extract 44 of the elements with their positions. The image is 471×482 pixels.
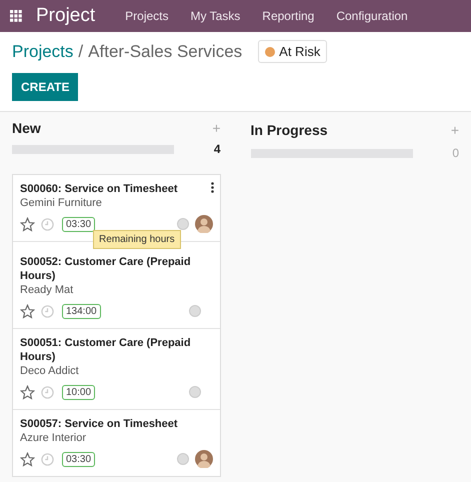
clock-icon[interactable]	[41, 386, 54, 398]
star-icon[interactable]	[20, 216, 35, 232]
kebab-menu-icon[interactable]	[210, 182, 214, 193]
status-circle[interactable]	[188, 386, 200, 398]
column-title: New	[12, 120, 41, 136]
card-title: S00052: Customer Care (Prepaid Hours)	[20, 255, 192, 283]
create-button[interactable]: CREATE	[12, 73, 78, 101]
card-title: S00060: Service on Timesheet	[20, 182, 179, 196]
customer-name: Ready Mat	[20, 283, 74, 297]
status-circle[interactable]	[188, 305, 200, 317]
menu-item[interactable]: Projects	[125, 9, 168, 23]
tooltip: Remaining hours	[93, 230, 181, 249]
app-title: Project	[36, 5, 96, 27]
task-card[interactable]: S00060: Service on Timesheet Gemini Furniture 03:30 Remaining hours	[13, 175, 220, 242]
star-icon[interactable]	[20, 452, 35, 466]
star-icon[interactable]	[20, 304, 35, 318]
clock-icon[interactable]	[41, 218, 54, 230]
column-count: 0	[452, 146, 459, 160]
menu-item[interactable]: Configuration	[336, 9, 408, 23]
card-title: S00051: Customer Care (Prepaid Hours)	[20, 336, 192, 364]
status-button[interactable]: At Risk	[258, 40, 328, 63]
clock-icon[interactable]	[41, 452, 54, 466]
customer-name: Azure Interior	[20, 431, 88, 445]
status-circle[interactable]	[176, 218, 188, 230]
hours-tag: 03:30	[62, 452, 96, 466]
breadcrumb-link[interactable]: Projects	[12, 42, 74, 62]
hours-tag: 10:00	[62, 384, 96, 400]
hours-tag: 134:00	[62, 304, 101, 318]
star-icon[interactable]	[20, 384, 35, 400]
menu-item[interactable]: My Tasks	[190, 9, 240, 23]
column-count: 4	[214, 142, 220, 156]
task-card[interactable]: S00057: Service on Timesheet Azure Interior 03:30	[13, 410, 220, 476]
menu-item[interactable]: Reporting	[262, 9, 314, 23]
clock-icon[interactable]	[41, 304, 54, 318]
customer-name: Gemini Furniture	[20, 196, 103, 210]
card-title: S00057: Service on Timesheet	[20, 417, 179, 431]
customer-name: Deco Addict	[20, 364, 80, 378]
task-card[interactable]: S00051: Customer Care (Prepaid Hours) Deco Addict 10:00	[13, 329, 220, 410]
status-circle[interactable]	[176, 453, 188, 465]
breadcrumb-separator: /	[78, 42, 84, 62]
apps-grid-icon[interactable]	[10, 10, 22, 22]
hours-tag: 03:30	[62, 216, 96, 232]
breadcrumb-current: After-Sales Services	[88, 42, 242, 62]
column-title: In Progress	[250, 122, 328, 138]
